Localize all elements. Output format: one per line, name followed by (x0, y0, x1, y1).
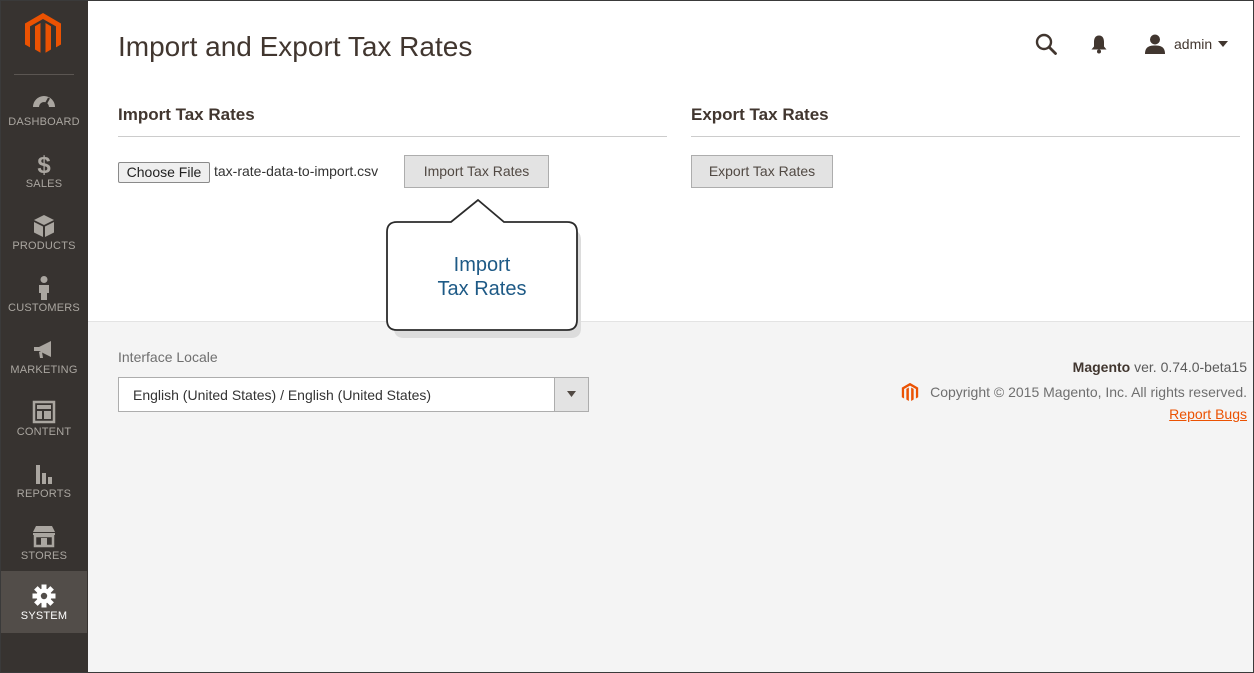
interface-locale-select[interactable]: English (United States) / English (Unite… (118, 377, 589, 412)
chevron-down-icon (1218, 41, 1229, 47)
bar-chart-icon (36, 465, 52, 484)
sidebar-item-label: MARKETING (10, 364, 78, 376)
selected-file-name: tax-rate-data-to-import.csv (214, 163, 379, 179)
sidebar-divider (14, 74, 74, 75)
layout-icon (32, 400, 56, 424)
sidebar-item-sales[interactable]: $ SALES (1, 151, 87, 211)
sidebar-item-content[interactable]: CONTENT (1, 399, 87, 459)
username: admin (1174, 36, 1213, 52)
version-text: ver. 0.74.0-beta15 (1130, 359, 1247, 375)
brand-name: Magento (1072, 359, 1131, 375)
magento-logo-icon (901, 382, 919, 401)
report-bugs-link[interactable]: Report Bugs (1169, 406, 1247, 422)
sidebar-item-products[interactable]: PRODUCTS (1, 213, 87, 273)
copyright-text: Copyright © 2015 Magento, Inc. All right… (930, 384, 1247, 400)
user-menu[interactable]: admin (1144, 32, 1229, 56)
version-info: Magento ver. 0.74.0-beta15 (1073, 359, 1247, 375)
sidebar-item-label: SALES (25, 178, 63, 190)
sidebar-item-reports[interactable]: REPORTS (1, 461, 87, 521)
sidebar-item-label: REPORTS (16, 488, 72, 500)
sidebar-item-label: CUSTOMERS (8, 302, 80, 314)
sidebar-item-label: CONTENT (16, 426, 72, 438)
import-section-divider (118, 136, 667, 137)
export-section-divider (691, 136, 1240, 137)
sidebar-item-label: PRODUCTS (12, 240, 76, 252)
app-window: DASHBOARD $ SALES PRODUCTS CUSTOMERS MAR… (0, 0, 1254, 673)
import-section-title: Import Tax Rates (118, 105, 255, 124)
megaphone-icon (34, 341, 51, 358)
sidebar-item-system[interactable]: SYSTEM (1, 571, 87, 633)
interface-locale-label: Interface Locale (118, 349, 218, 365)
box-icon (34, 215, 54, 237)
choose-file-button[interactable]: Choose File (118, 162, 210, 183)
sidebar-item-label: DASHBOARD (8, 116, 80, 128)
gear-icon (32, 584, 56, 608)
chevron-down-icon (567, 391, 576, 397)
sidebar-item-label: STORES (20, 550, 68, 562)
search-icon[interactable] (1035, 33, 1057, 55)
magento-logo-icon[interactable] (21, 11, 65, 55)
sidebar: DASHBOARD $ SALES PRODUCTS CUSTOMERS MAR… (1, 1, 88, 672)
user-icon (1145, 34, 1165, 54)
dashboard-icon (33, 96, 55, 108)
callout-line-2: Tax Rates (437, 278, 527, 300)
locale-dropdown-toggle[interactable] (554, 378, 588, 411)
sidebar-item-dashboard[interactable]: DASHBOARD (1, 89, 87, 149)
sidebar-item-label: SYSTEM (20, 610, 68, 622)
callout-line-1: Import (453, 254, 511, 276)
bell-icon[interactable] (1090, 34, 1108, 54)
export-tax-rates-button[interactable]: Export Tax Rates (691, 155, 833, 188)
export-section-title: Export Tax Rates (691, 105, 829, 124)
dollar-icon: $ (37, 152, 51, 177)
copyright-row: Copyright © 2015 Magento, Inc. All right… (900, 381, 1247, 403)
import-tax-rates-button[interactable]: Import Tax Rates (404, 155, 549, 188)
callout-text: Import Tax Rates (387, 253, 577, 301)
person-icon (39, 276, 49, 300)
locale-selected-value: English (United States) / English (Unite… (133, 387, 432, 403)
svg-text:$: $ (37, 152, 51, 177)
sidebar-item-customers[interactable]: CUSTOMERS (1, 275, 87, 335)
store-icon (33, 526, 55, 548)
sidebar-item-marketing[interactable]: MARKETING (1, 337, 87, 397)
page-title: Import and Export Tax Rates (118, 31, 473, 62)
